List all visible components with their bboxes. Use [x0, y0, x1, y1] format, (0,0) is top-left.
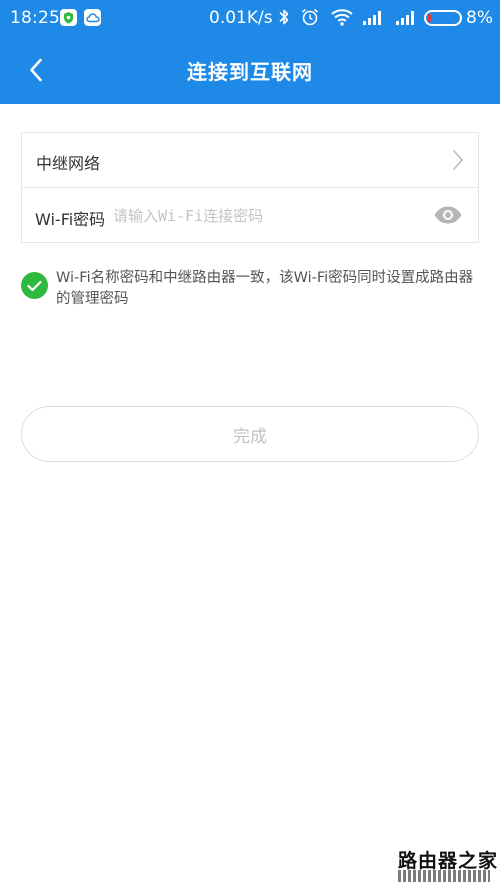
cell-signal-icon [395, 7, 417, 32]
watermark-logo: 路由器之家 [398, 846, 498, 886]
battery-percent: 8% [466, 8, 493, 28]
watermark-text: 路由器之家 [398, 850, 499, 872]
password-label: Wi-Fi密码 [35, 210, 106, 229]
title-bar: 连接到互联网 [0, 36, 500, 104]
cell-signal-icon [362, 7, 384, 32]
bluetooth-icon [277, 7, 291, 32]
page-title: 连接到互联网 [187, 60, 313, 84]
show-password-eye-icon[interactable] [433, 205, 463, 229]
notice-text: Wi-Fi名称密码和中继路由器一致，该Wi-Fi密码同时设置成路由器的管理密码 [56, 270, 474, 307]
watermark-url-strip [398, 870, 490, 882]
security-app-icon [60, 9, 77, 26]
relay-network-row[interactable]: 中继网络 [22, 133, 478, 188]
battery-icon [424, 10, 462, 26]
battery-level-fill [428, 14, 431, 22]
checkmark-circle-icon[interactable] [21, 272, 48, 299]
status-time: 18:25 [10, 8, 60, 28]
network-speed: 0.01K/s [209, 8, 273, 28]
chevron-right-icon [452, 149, 464, 175]
relay-network-label: 中继网络 [36, 154, 101, 173]
alarm-clock-icon [300, 7, 320, 32]
app-header: 18:25 0.01K/s 8% 连接到互联网 [0, 0, 500, 104]
wifi-icon [330, 7, 354, 32]
cloud-app-icon [84, 9, 101, 26]
done-button[interactable]: 完成 [21, 406, 479, 462]
password-input[interactable] [111, 198, 411, 234]
status-bar: 18:25 0.01K/s 8% [0, 0, 500, 36]
